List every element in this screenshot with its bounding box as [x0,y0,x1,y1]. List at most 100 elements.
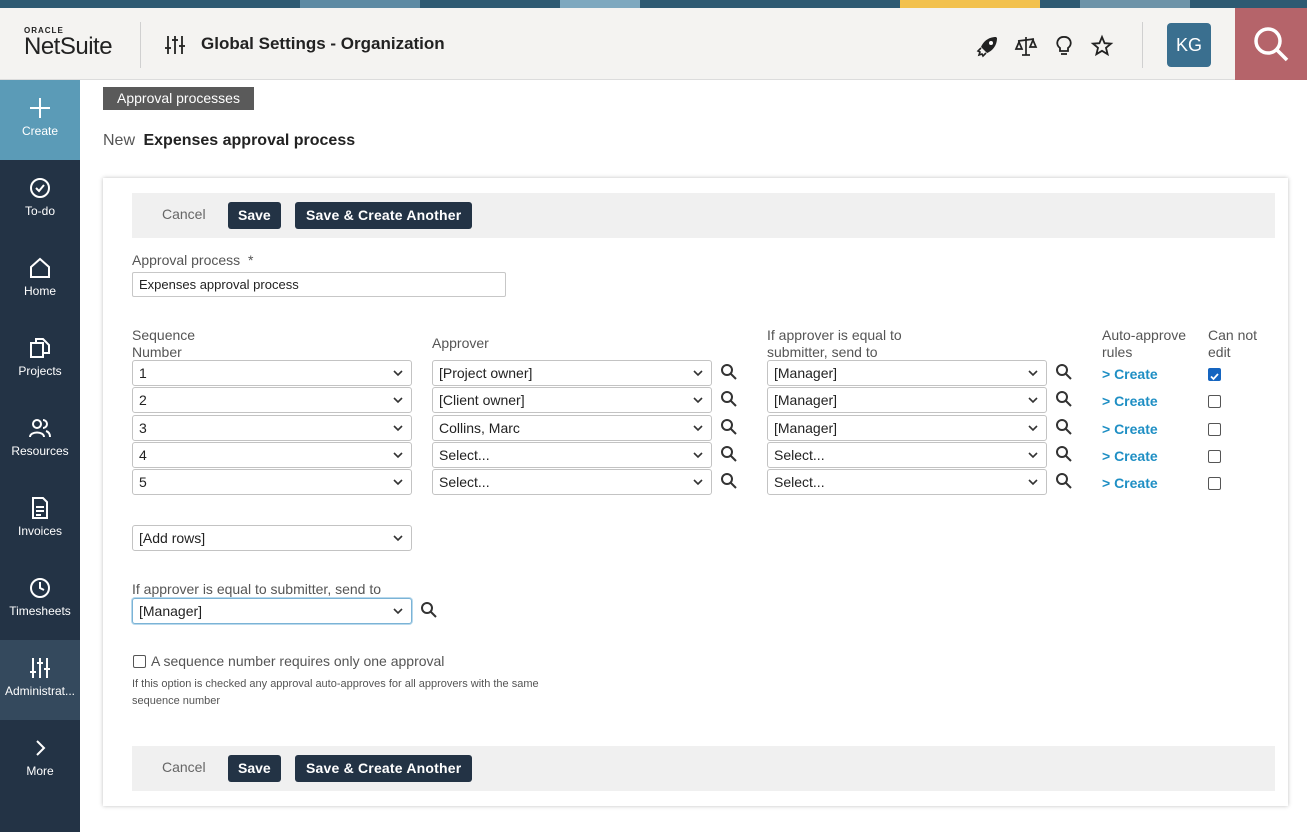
sidebar-item-more[interactable]: More [0,720,80,800]
top-button-bar: Cancel Save Save & Create Another [132,193,1275,238]
can-not-edit-checkbox[interactable] [1208,423,1221,436]
global-send-to-search-icon[interactable] [420,601,438,619]
approver-select[interactable]: Select... [432,469,712,495]
column-header-can-not-edit: Can not edit [1208,327,1258,360]
save-button[interactable]: Save [228,755,281,782]
projects-icon [0,336,80,360]
auto-approve-create-link[interactable]: > Create [1102,421,1158,437]
can-not-edit-checkbox[interactable] [1208,477,1221,490]
approval-process-label: Approval process * [132,252,254,268]
approver-select[interactable]: [Project owner] [432,360,712,386]
submitter-send-to-select[interactable]: Select... [767,442,1047,468]
chevron-down-icon [393,452,403,459]
sequence-select[interactable]: 5 [132,469,412,495]
global-send-to-select[interactable]: [Manager] [132,598,412,624]
people-icon [0,416,80,440]
cancel-button[interactable]: Cancel [162,206,206,222]
top-banner [0,0,1307,8]
save-create-another-button[interactable]: Save & Create Another [295,755,473,782]
sliders-icon [164,34,186,61]
sliders-icon [0,656,80,680]
rocket-icon[interactable] [976,34,1000,58]
sidebar-item-label: Projects [18,364,62,378]
form-heading: New Expenses approval process [103,132,355,150]
sidebar-item-invoices[interactable]: Invoices [0,480,80,560]
one-approval-help-text: If this option is checked any approval a… [132,678,539,707]
netsuite-logo[interactable]: ORACLE NetSuite [24,26,113,61]
check-circle-icon [0,176,80,200]
chevron-down-icon [1028,452,1038,459]
chevron-down-icon [393,535,403,542]
sidebar-item-projects[interactable]: Projects [0,320,80,400]
chevron-down-icon [393,479,403,486]
sequence-select[interactable]: 3 [132,415,412,441]
search-icon [1235,27,1307,84]
sequence-select[interactable]: 2 [132,387,412,413]
star-icon[interactable] [1090,34,1114,58]
approver-search-icon[interactable] [720,363,738,381]
send-to-search-icon[interactable] [1055,418,1073,436]
cancel-button[interactable]: Cancel [162,759,206,775]
sidebar-item-resources[interactable]: Resources [0,400,80,480]
can-not-edit-checkbox[interactable] [1208,368,1221,381]
approver-select[interactable]: Collins, Marc [432,415,712,441]
send-to-search-icon[interactable] [1055,445,1073,463]
sidebar-item-administration[interactable]: Administrat... [0,640,80,720]
sidebar: Create To-do Home Projects Resources Inv… [0,80,80,832]
approver-search-icon[interactable] [720,390,738,408]
column-header-submitter: If approver is equal to submitter, send t… [767,327,902,360]
sidebar-item-create[interactable]: Create [0,80,80,160]
column-header-approver: Approver [432,335,489,351]
document-icon [0,496,80,520]
save-create-another-button[interactable]: Save & Create Another [295,202,473,229]
auto-approve-create-link[interactable]: > Create [1102,475,1158,491]
auto-approve-create-link[interactable]: > Create [1102,393,1158,409]
approver-search-icon[interactable] [720,418,738,436]
avatar[interactable]: KG [1167,23,1211,67]
sidebar-item-label: Create [21,124,59,138]
submitter-send-to-select[interactable]: Select... [767,469,1047,495]
approver-search-icon[interactable] [720,472,738,490]
send-to-search-icon[interactable] [1055,472,1073,490]
column-header-auto-approve: Auto-approve rules [1102,327,1187,360]
approver-search-icon[interactable] [720,445,738,463]
save-button[interactable]: Save [228,202,281,229]
can-not-edit-checkbox[interactable] [1208,450,1221,463]
sidebar-item-label: Timesheets [9,604,71,618]
breadcrumb[interactable]: Approval processes [103,87,254,110]
sidebar-item-label: Home [23,284,56,298]
one-approval-label: A sequence number requires only one appr… [151,653,445,669]
sidebar-item-label: Invoices [17,524,63,538]
chevron-down-icon [393,397,403,404]
auto-approve-create-link[interactable]: > Create [1102,448,1158,464]
sequence-select[interactable]: 1 [132,360,412,386]
can-not-edit-checkbox[interactable] [1208,395,1221,408]
sidebar-item-label: To-do [24,204,56,218]
send-to-search-icon[interactable] [1055,363,1073,381]
add-rows-select[interactable]: [Add rows] [132,525,412,551]
sidebar-item-home[interactable]: Home [0,240,80,320]
chevron-down-icon [393,608,403,615]
submitter-send-to-select[interactable]: [Manager] [767,360,1047,386]
sequence-select[interactable]: 4 [132,442,412,468]
app-header: ORACLE NetSuite Global Settings - Organi… [0,8,1307,80]
approver-select[interactable]: Select... [432,442,712,468]
auto-approve-create-link[interactable]: > Create [1102,366,1158,382]
column-header-sequence: Sequence Number [132,327,196,360]
clock-icon [0,576,80,600]
sidebar-item-todo[interactable]: To-do [0,160,80,240]
sidebar-item-timesheets[interactable]: Timesheets [0,560,80,640]
global-search-button[interactable] [1235,8,1307,80]
chevron-down-icon [1028,397,1038,404]
send-to-search-icon[interactable] [1055,390,1073,408]
scales-icon[interactable] [1014,34,1038,58]
submitter-send-to-select[interactable]: [Manager] [767,415,1047,441]
approver-select[interactable]: [Client owner] [432,387,712,413]
lightbulb-icon[interactable] [1052,34,1076,58]
submitter-send-to-select[interactable]: [Manager] [767,387,1047,413]
plus-icon [0,96,80,120]
one-approval-checkbox[interactable] [133,655,146,668]
chevron-down-icon [693,370,703,377]
form-card: Cancel Save Save & Create Another Approv… [103,178,1288,806]
approval-process-input[interactable]: Expenses approval process [132,272,506,297]
